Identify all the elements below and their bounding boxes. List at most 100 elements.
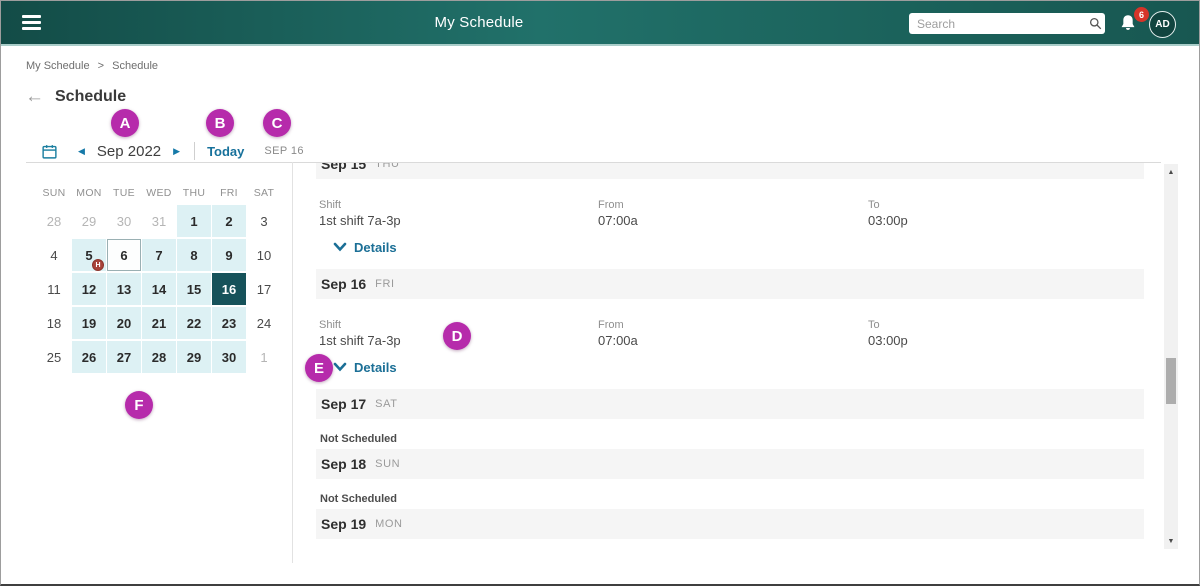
day-header: Sep 16FRI [316, 269, 1144, 299]
calendar-day-cell[interactable]: 27 [107, 341, 141, 373]
calendar-weekday-header: SUNMONTUEWEDTHUFRISAT [37, 187, 281, 199]
app-title: My Schedule [435, 1, 524, 45]
calendar-day-cell[interactable]: 8 [177, 239, 211, 271]
weekday-label: WED [142, 187, 176, 199]
notifications-bell-icon[interactable]: 6 [1117, 11, 1143, 39]
to-column: To03:00p [868, 199, 1144, 228]
calendar-day-cell[interactable]: 28 [37, 205, 71, 237]
breadcrumb-schedule: Schedule [112, 60, 158, 72]
calendar-day-cell[interactable]: 30 [212, 341, 246, 373]
day-header: Sep 15 THU [316, 163, 1144, 179]
calendar-day-cell[interactable]: 16 [212, 273, 246, 305]
day-content: Shift1st shift 7a-3pFrom07:00aTo03:00p De… [316, 179, 1144, 269]
calendar-day-cell[interactable]: 31 [142, 205, 176, 237]
details-link[interactable]: Details [319, 240, 397, 255]
calendar-day-cell[interactable]: 15 [177, 273, 211, 305]
calendar-icon[interactable] [41, 143, 58, 160]
day-header: Sep 18 SUN [316, 449, 1144, 479]
calendar-day-cell[interactable]: 20 [107, 307, 141, 339]
calendar-day-cell[interactable]: 13 [107, 273, 141, 305]
month-label: Sep 2022 [97, 143, 161, 160]
calendar-day-cell[interactable]: 1 [247, 341, 281, 373]
calendar-day-cell[interactable]: 26 [72, 341, 106, 373]
calendar-day-cell[interactable]: 10 [247, 239, 281, 271]
app-bar: My Schedule 6 AD [1, 1, 1199, 46]
calendar-day-cell[interactable]: 14 [142, 273, 176, 305]
calendar-day-cell[interactable]: 5H [72, 239, 106, 271]
day-date: Sep 15 [321, 163, 366, 172]
shift-details-row: Shift1st shift 7a-3pFrom07:00aTo03:00p [319, 199, 1144, 228]
day-of-week: SUN [375, 458, 400, 470]
scroll-up-icon[interactable]: ▲ [1164, 166, 1178, 178]
calendar-day-cell[interactable]: 19 [72, 307, 106, 339]
annotation-e: E [305, 354, 333, 382]
shift-value: 1st shift 7a-3p [319, 213, 598, 228]
selected-date-label: SEP 16 [264, 145, 304, 157]
search-input[interactable] [909, 17, 1085, 31]
scrollbar-track[interactable]: ▲ ▼ [1164, 164, 1178, 549]
day-date: Sep 18 [321, 456, 366, 472]
calendar-day-cell[interactable]: 7 [142, 239, 176, 271]
breadcrumb-my-schedule[interactable]: My Schedule [26, 60, 90, 72]
day-header: Sep 19MON [316, 509, 1144, 539]
weekday-label: SAT [247, 187, 281, 199]
from-value: 07:00a [598, 333, 868, 348]
calendar-day-cell[interactable]: 12 [72, 273, 106, 305]
annotation-b: B [206, 109, 234, 137]
calendar-day-cell[interactable]: 23 [212, 307, 246, 339]
day-date: Sep 17 [321, 396, 366, 412]
hamburger-menu-icon[interactable] [22, 15, 41, 31]
calendar-day-cell[interactable]: 18 [37, 307, 71, 339]
calendar-day-cell[interactable]: 6 [107, 239, 141, 271]
annotation-a: A [111, 109, 139, 137]
calendar-day-cell[interactable]: 24 [247, 307, 281, 339]
day-header: Sep 17SAT [316, 389, 1144, 419]
avatar[interactable]: AD [1149, 11, 1176, 38]
calendar-day-cell[interactable]: 4 [37, 239, 71, 271]
day-of-week: THU [375, 163, 399, 170]
calendar-day-cell[interactable]: 2 [212, 205, 246, 237]
calendar-day-cell[interactable]: 29 [72, 205, 106, 237]
calendar-day-cell[interactable]: 21 [142, 307, 176, 339]
calendar-day-cell[interactable]: 30 [107, 205, 141, 237]
next-month-icon[interactable]: ▶ [169, 144, 184, 159]
day-content: Shift1st shift 7a-3pFrom07:00aTo03:00pDe… [316, 299, 1144, 389]
to-label: To [868, 319, 1144, 331]
chevron-down-icon [333, 360, 347, 375]
to-label: To [868, 199, 1144, 211]
calendar-day-cell[interactable]: 28 [142, 341, 176, 373]
schedule-list: Sep 15THUShift1st shift 7a-3pFrom07:00aT… [316, 163, 1144, 586]
annotation-d: D [443, 322, 471, 350]
to-column: To 03:00p [868, 319, 1144, 348]
weekday-label: MON [72, 187, 106, 199]
vertical-divider [292, 162, 293, 563]
calendar-toolbar: ◀ Sep 2022 ▶ Today SEP 16 [41, 140, 304, 162]
shift-column: Shift1st shift 7a-3p [319, 199, 598, 228]
calendar-day-cell[interactable]: 17 [247, 273, 281, 305]
today-button[interactable]: Today [207, 144, 244, 159]
not-scheduled-text: Not Scheduled [316, 479, 1144, 509]
calendar-day-cell[interactable]: 22 [177, 307, 211, 339]
to-value: 03:00p [868, 333, 1144, 348]
calendar-day-cell[interactable]: 11 [37, 273, 71, 305]
from-label: From [598, 319, 868, 331]
day-date: Sep 16 [321, 276, 366, 292]
details-label: Details [354, 240, 397, 255]
scroll-down-icon[interactable]: ▼ [1164, 535, 1178, 547]
calendar-day-cell[interactable]: 3 [247, 205, 281, 237]
annotation-f: F [125, 391, 153, 419]
breadcrumb: My Schedule > Schedule [26, 60, 158, 72]
weekday-label: TUE [107, 187, 141, 199]
calendar-day-cell[interactable]: 29 [177, 341, 211, 373]
scrollbar-thumb[interactable] [1166, 358, 1176, 404]
weekday-label: SUN [37, 187, 71, 199]
app-window: My Schedule 6 AD My Schedule > Schedule … [0, 0, 1200, 586]
search-icon[interactable] [1085, 17, 1105, 30]
back-arrow-icon[interactable]: ← [25, 88, 44, 106]
calendar-day-cell[interactable]: 9 [212, 239, 246, 271]
calendar-day-cell[interactable]: 1 [177, 205, 211, 237]
prev-month-icon[interactable]: ◀ [74, 144, 89, 159]
from-column: From 07:00a [598, 319, 868, 348]
calendar-day-cell[interactable]: 25 [37, 341, 71, 373]
from-value: 07:00a [598, 213, 868, 228]
